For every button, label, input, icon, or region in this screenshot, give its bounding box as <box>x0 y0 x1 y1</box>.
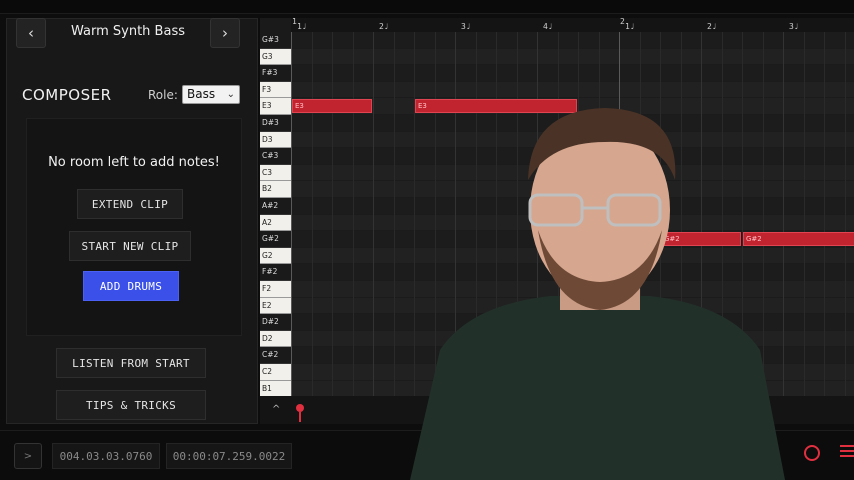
grid-line <box>332 32 333 396</box>
record-icon[interactable] <box>804 445 820 461</box>
tips-and-tricks-button[interactable]: TIPS & TRICKS <box>56 390 206 420</box>
piano-key[interactable]: F#2 <box>260 264 291 281</box>
add-drums-button[interactable]: ADD DRUMS <box>83 271 179 301</box>
playhead-marker[interactable] <box>296 404 304 412</box>
piano-key[interactable]: G2 <box>260 247 291 265</box>
piano-key[interactable]: B1 <box>260 380 291 398</box>
piano-key[interactable]: G3 <box>260 48 291 66</box>
grid-line <box>803 32 805 396</box>
piano-key[interactable]: F#3 <box>260 65 291 82</box>
grid-line <box>393 32 395 396</box>
time-counter: 00:00:07.259.0022 <box>166 443 292 469</box>
bars-beats-counter: 004.03.03.0760 <box>52 443 160 469</box>
no-room-message: No room left to add notes! <box>48 155 220 170</box>
piano-key[interactable]: D#3 <box>260 115 291 132</box>
piano-key[interactable]: E3 <box>260 98 291 115</box>
beat-label: 2♩ <box>379 22 389 31</box>
piano-key[interactable]: A2 <box>260 214 291 232</box>
presenter-overlay <box>410 108 785 480</box>
grid-row <box>291 32 854 49</box>
piano-key[interactable]: G#2 <box>260 231 291 248</box>
timeline-ruler[interactable]: 1♩ 2♩ 3♩ 4♩ 1♩ 2♩ 3♩ 1 2 <box>291 17 854 32</box>
grid-row <box>291 49 854 66</box>
extend-clip-button[interactable]: EXTEND CLIP <box>77 189 183 219</box>
grid-line <box>844 32 846 396</box>
grid-line <box>291 32 292 396</box>
menu-icon[interactable] <box>840 445 854 459</box>
piano-key[interactable]: D#2 <box>260 314 291 331</box>
piano-key[interactable]: D3 <box>260 131 291 149</box>
piano-key[interactable]: F3 <box>260 81 291 99</box>
chevron-right-icon: › <box>222 24 228 42</box>
playhead-line <box>299 412 301 422</box>
beat-label: 3♩ <box>789 22 799 31</box>
grid-line <box>824 32 825 396</box>
play-button[interactable]: > <box>14 443 42 469</box>
role-select[interactable]: Bass ⌄ <box>182 85 240 104</box>
beat-label: 4♩ <box>543 22 553 31</box>
bar-label: 1 <box>292 17 297 26</box>
piano-key[interactable]: C2 <box>260 364 291 381</box>
bar-label: 2 <box>620 17 625 26</box>
beat-label: 1♩ <box>297 22 307 31</box>
piano-key[interactable]: G#3 <box>260 32 291 49</box>
piano-key[interactable]: C#2 <box>260 347 291 364</box>
grid-row <box>291 82 854 99</box>
beat-label: 2♩ <box>707 22 717 31</box>
midi-note[interactable]: E3 <box>292 99 372 114</box>
grid-line <box>352 32 354 396</box>
piano-key[interactable]: B2 <box>260 181 291 198</box>
beat-label: 3♩ <box>461 22 471 31</box>
listen-from-start-button[interactable]: LISTEN FROM START <box>56 348 206 378</box>
piano-key[interactable]: D2 <box>260 330 291 348</box>
piano-key[interactable]: C3 <box>260 164 291 182</box>
piano-key[interactable]: A#2 <box>260 198 291 215</box>
grid-line <box>311 32 313 396</box>
composer-title: COMPOSER <box>22 86 112 104</box>
grid-line <box>373 32 374 396</box>
piano-key[interactable]: E2 <box>260 297 291 315</box>
scroll-up-icon[interactable]: ^ <box>272 404 280 415</box>
play-icon: > <box>23 450 33 462</box>
piano-key[interactable]: F2 <box>260 281 291 298</box>
grid-row <box>291 65 854 82</box>
chevron-left-icon: ‹ <box>28 24 34 42</box>
piano-key[interactable]: C#3 <box>260 148 291 165</box>
start-new-clip-button[interactable]: START NEW CLIP <box>69 231 191 261</box>
clip-navigator: ‹ Warm Synth Bass › <box>16 18 240 48</box>
piano-keys: G#3 G3 F#3 F3 E3 D#3 D3 C#3 C3 B2 A#2 A2 G#2 G2 F#2 F2 E… <box>260 32 291 398</box>
role-label: Role: <box>148 88 178 102</box>
presenter-shirt <box>410 296 785 480</box>
chevron-down-icon: ⌄ <box>226 89 235 100</box>
beat-label: 1♩ <box>625 22 635 31</box>
next-clip-button[interactable]: › <box>210 18 240 48</box>
clip-name: Warm Synth Bass <box>71 24 185 39</box>
prev-clip-button[interactable]: ‹ <box>16 18 46 48</box>
role-value: Bass <box>187 87 216 101</box>
no-room-message-box: No room left to add notes! EXTEND CLIP S… <box>26 118 242 336</box>
top-strip <box>0 0 854 14</box>
